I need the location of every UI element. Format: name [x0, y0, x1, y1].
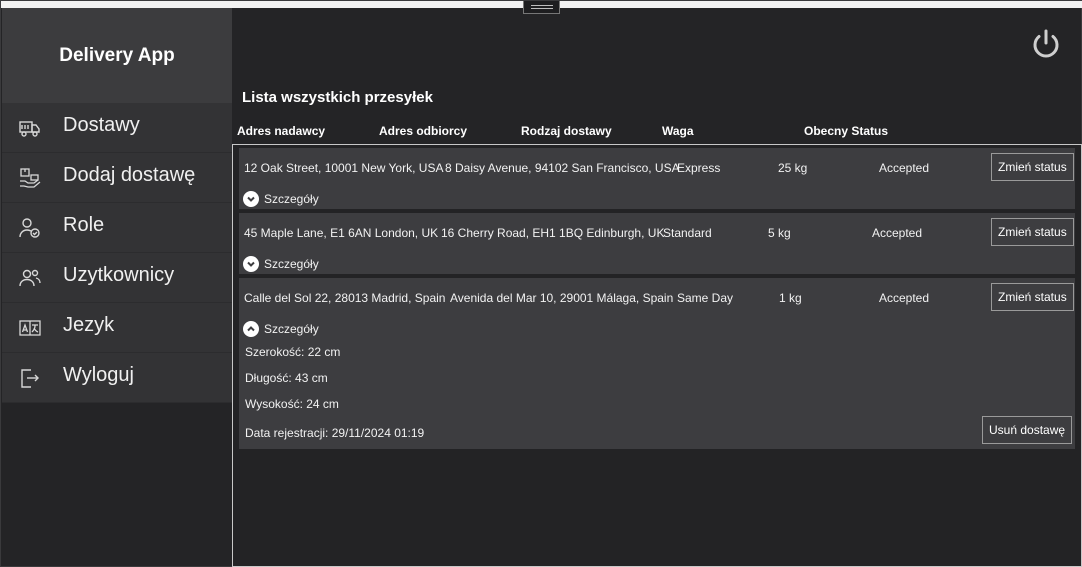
sidebar-item-jezyk[interactable]: Jezyk: [2, 303, 232, 353]
sidebar-item-label: Wyloguj: [63, 364, 134, 386]
receiver-address: 8 Daisy Avenue, 94102 San Francisco, USA: [445, 161, 680, 175]
sidebar-item-dodaj-dostawe[interactable]: Dodaj dostawę: [2, 153, 232, 203]
change-status-button[interactable]: Zmień status: [991, 218, 1074, 246]
column-header-type: Rodzaj dostawy: [521, 124, 612, 138]
app-window: Delivery App Dostawy Dodaj dostawę Role …: [0, 0, 1082, 567]
sidebar-item-label: Uzytkownicy: [63, 264, 175, 286]
receiver-address: Avenida del Mar 10, 29001 Málaga, Spain: [450, 291, 674, 305]
app-title: Delivery App: [2, 8, 232, 103]
sidebar-item-label: Jezyk: [63, 314, 115, 336]
chevron-up-icon: [243, 321, 259, 337]
page-title: Lista wszystkich przesyłek: [242, 89, 433, 106]
detail-width: Szerokość: 22 cm: [245, 345, 341, 359]
detail-length: Długość: 43 cm: [245, 371, 328, 385]
sender-address: 12 Oak Street, 10001 New York, USA: [244, 161, 444, 175]
sidebar-item-label: Dodaj dostawę: [63, 164, 196, 186]
receiver-address: 16 Cherry Road, EH1 1BQ Edinburgh, UK: [441, 226, 665, 240]
sidebar-item-label: Dostawy: [63, 114, 140, 136]
shipment-row: 45 Maple Lane, E1 6AN London, UK 16 Cher…: [239, 213, 1075, 274]
delivery-type: Standard: [663, 226, 712, 240]
delivery-type: Express: [677, 161, 721, 175]
sidebar-item-wyloguj[interactable]: Wyloguj: [2, 353, 232, 403]
sidebar-item-label: Role: [63, 214, 105, 236]
shipment-row: Calle del Sol 22, 28013 Madrid, Spain Av…: [239, 278, 1075, 449]
window-drag-handle[interactable]: [523, 1, 560, 14]
column-header-status: Obecny Status: [804, 124, 889, 138]
weight: 25 kg: [778, 161, 808, 175]
user-role-icon: [18, 216, 42, 240]
status-value: Accepted: [872, 226, 923, 240]
delete-delivery-button[interactable]: Usuń dostawę: [982, 416, 1073, 444]
add-package-icon: [18, 166, 42, 190]
users-icon: [18, 266, 42, 290]
details-label: Szczegóły: [264, 192, 319, 206]
weight: 5 kg: [768, 226, 791, 240]
chevron-down-icon: [243, 191, 259, 207]
status-value: Accepted: [879, 161, 930, 175]
detail-height: Wysokość: 24 cm: [245, 397, 339, 411]
details-toggle[interactable]: Szczegóły: [243, 190, 333, 208]
truck-icon: [18, 116, 42, 140]
sender-address: Calle del Sol 22, 28013 Madrid, Spain: [244, 291, 446, 305]
column-header-weight: Waga: [662, 124, 694, 138]
shipment-row: 12 Oak Street, 10001 New York, USA 8 Dai…: [239, 148, 1075, 209]
details-label: Szczegóły: [264, 322, 319, 336]
sidebar-item-dostawy[interactable]: Dostawy: [2, 103, 232, 153]
sidebar-item-role[interactable]: Role: [2, 203, 232, 253]
chevron-down-icon: [243, 256, 259, 272]
delivery-type: Same Day: [677, 291, 734, 305]
sidebar: Delivery App Dostawy Dodaj dostawę Role …: [2, 8, 232, 403]
power-button[interactable]: [1029, 27, 1063, 61]
status-value: Accepted: [879, 291, 930, 305]
sender-address: 45 Maple Lane, E1 6AN London, UK: [244, 226, 439, 240]
change-status-button[interactable]: Zmień status: [991, 153, 1074, 181]
details-toggle[interactable]: Szczegóły: [243, 320, 333, 338]
language-icon: [18, 316, 42, 340]
sidebar-item-uzytkownicy[interactable]: Uzytkownicy: [2, 253, 232, 303]
power-icon: [1029, 29, 1063, 65]
details-label: Szczegóły: [264, 257, 319, 271]
column-header-receiver: Adres odbiorcy: [379, 124, 468, 138]
details-toggle[interactable]: Szczegóły: [243, 255, 333, 273]
logout-icon: [18, 366, 42, 390]
change-status-button[interactable]: Zmień status: [991, 283, 1074, 311]
weight: 1 kg: [779, 291, 802, 305]
detail-registration-date: Data rejestracji: 29/11/2024 01:19: [245, 426, 425, 440]
column-header-sender: Adres nadawcy: [237, 124, 326, 138]
